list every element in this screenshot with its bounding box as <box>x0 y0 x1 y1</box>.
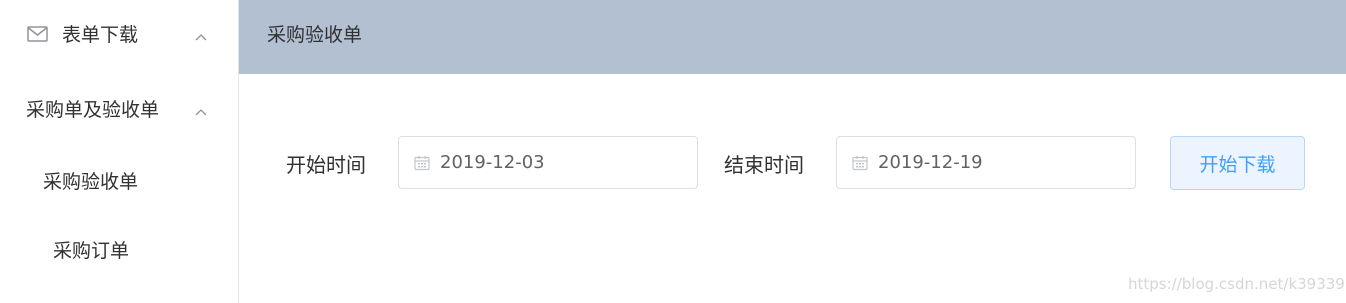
end-time-label: 结束时间 <box>724 153 804 177</box>
main-content: 采购验收单 开始时间 2019-12-03 结束时间 2019-12-19 开始… <box>239 0 1346 303</box>
end-date-picker[interactable]: 2019-12-19 <box>836 136 1136 189</box>
sidebar-item-purchase-order[interactable]: 采购订单 <box>0 223 238 273</box>
end-date-value: 2019-12-19 <box>878 152 983 173</box>
chevron-up-icon <box>194 101 208 116</box>
calendar-icon <box>414 155 430 175</box>
sidebar-item-purchase-acceptance[interactable]: 采购验收单 <box>0 154 238 204</box>
sidebar-item-label: 采购验收单 <box>43 171 139 193</box>
chevron-up-icon <box>194 26 208 41</box>
page-header: 采购验收单 <box>239 0 1346 74</box>
submenu-purchase-orders-label: 采购单及验收单 <box>26 99 160 121</box>
watermark: https://blog.csdn.net/k393393 <box>1128 275 1346 293</box>
calendar-icon <box>852 155 868 175</box>
start-download-button[interactable]: 开始下载 <box>1170 136 1305 190</box>
submenu-form-download[interactable]: 表单下载 <box>0 4 238 60</box>
start-time-label: 开始时间 <box>286 153 366 177</box>
start-date-value: 2019-12-03 <box>440 152 545 173</box>
app-root: 表单下载 采购单及验收单 采购验收单 采购订单 采购验收单 开始时间 2019-… <box>0 0 1346 303</box>
sidebar-item-label: 采购订单 <box>53 240 130 262</box>
sidebar: 表单下载 采购单及验收单 采购验收单 采购订单 <box>0 0 239 303</box>
start-date-picker[interactable]: 2019-12-03 <box>398 136 698 189</box>
submenu-form-download-label: 表单下载 <box>62 24 139 46</box>
submenu-purchase-orders[interactable]: 采购单及验收单 <box>0 79 238 135</box>
mail-icon <box>27 25 48 47</box>
page-title: 采购验收单 <box>267 24 363 46</box>
